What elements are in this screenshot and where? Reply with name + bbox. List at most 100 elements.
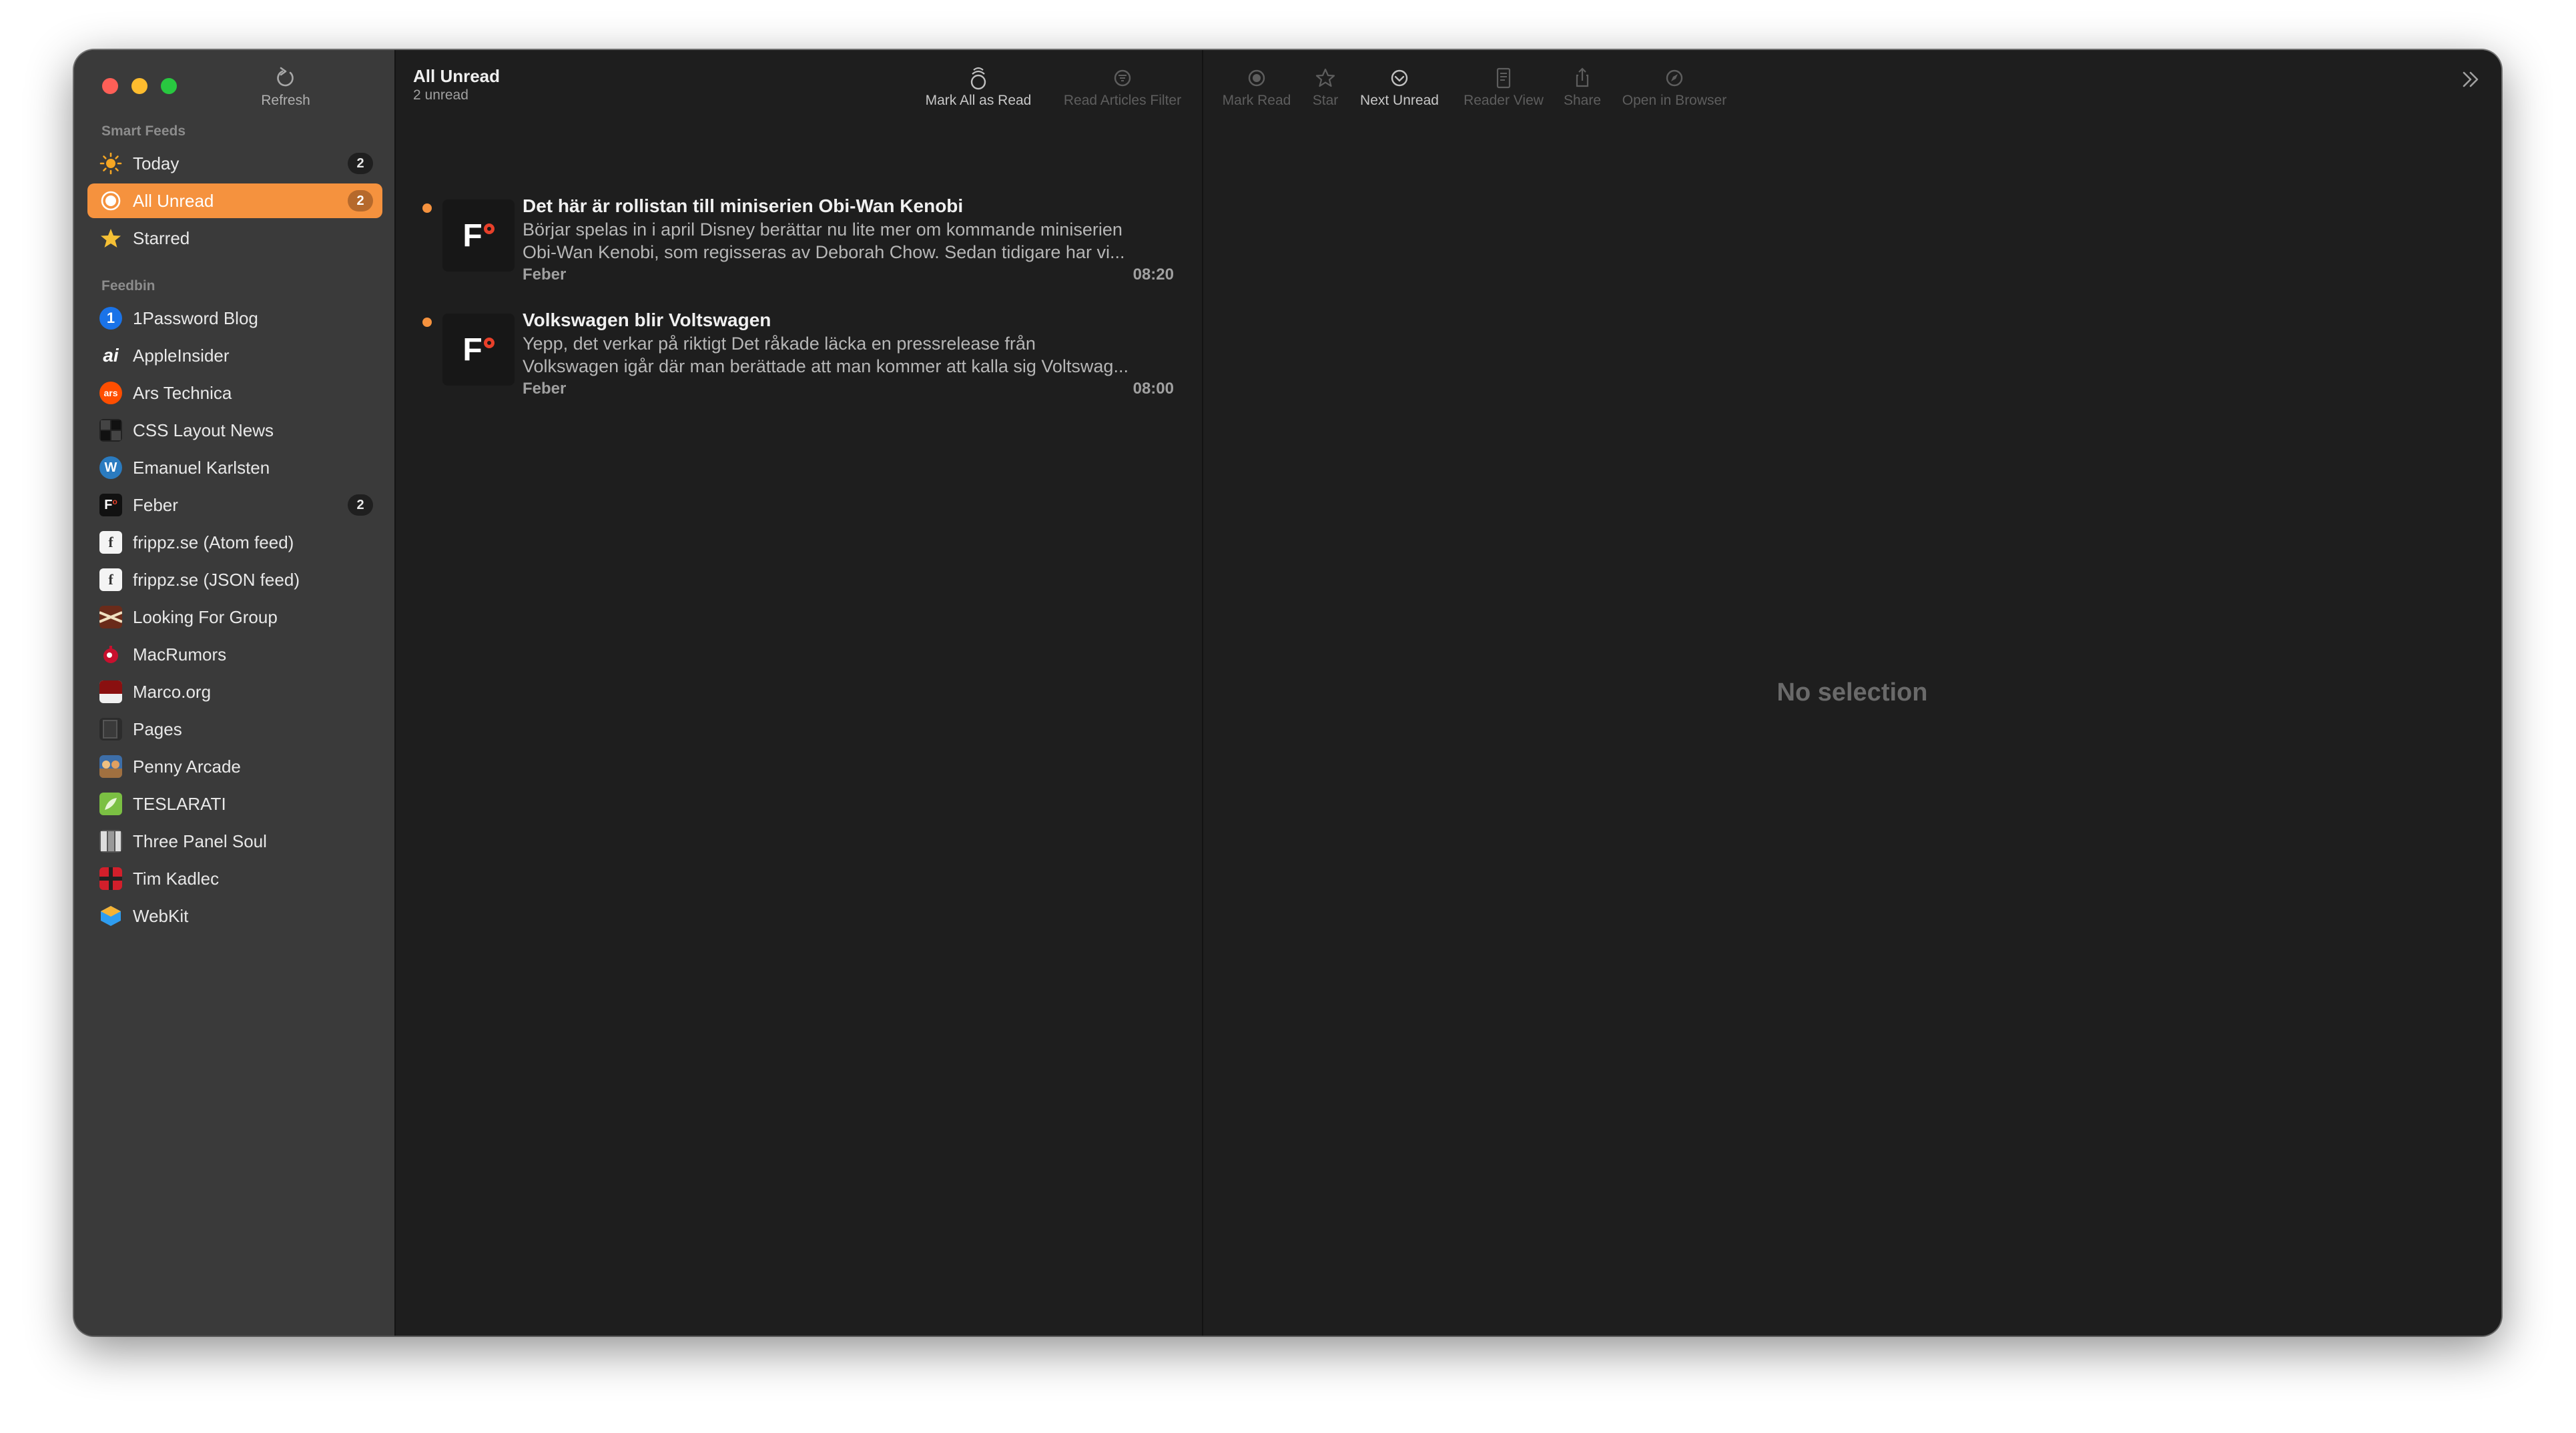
article-source: Feber [523,380,567,398]
sidebar-item-emanuel-karlsten[interactable]: W Emanuel Karlsten [87,450,382,485]
sidebar-item-css-layout-news[interactable]: CSS Layout News [87,413,382,448]
star-outline-icon [1302,63,1349,93]
refresh-button[interactable]: Refresh [249,63,322,109]
next-unread-button[interactable]: Next Unread [1353,63,1446,109]
share-button[interactable]: Share [1556,63,1609,109]
sidebar-item-appleinsider[interactable]: ai AppleInsider [87,338,382,373]
mark-read-button[interactable]: Mark Read [1217,63,1297,109]
unread-dot [422,318,432,327]
article-title: Volkswagen blir Voltswagen [523,310,771,330]
sidebar-item-tim-kadlec[interactable]: Tim Kadlec [87,861,382,896]
sidebar-item-frippz-atom[interactable]: f frippz.se (Atom feed) [87,525,382,560]
read-articles-filter-button[interactable]: Read Articles Filter [1050,63,1195,109]
filter-icon [1050,63,1195,93]
sidebar-item-three-panel-soul[interactable]: Three Panel Soul [87,824,382,859]
unread-count-label: 2 unread [413,87,468,103]
refresh-icon [249,63,322,93]
star-label: Star [1312,93,1339,108]
sidebar-item-label: CSS Layout News [133,420,274,440]
unread-circle-icon [99,189,122,212]
sidebar: Refresh Smart Feeds Today 2 All Unread 2… [74,50,396,1336]
sidebar-item-label: Penny Arcade [133,756,241,777]
star-button[interactable]: Star [1302,63,1349,109]
sidebar-item-ars-technica[interactable]: ars Ars Technica [87,376,382,410]
frippz-icon: f [99,531,122,554]
sidebar-item-looking-for-group[interactable]: Looking For Group [87,600,382,634]
three-panel-soul-icon [99,830,122,853]
sidebar-item-label: Starred [133,227,190,248]
sidebar-item-pages[interactable]: Pages [87,712,382,747]
feber-logo: F [442,199,515,272]
minimize-window-button[interactable] [131,78,147,94]
article-list-pane: All Unread 2 unread Mark All as Read Rea… [396,50,1203,1336]
article-excerpt-line: Börjar spelas in i april Disney berättar… [523,219,1122,240]
pages-icon [99,718,122,741]
app-window: Refresh Smart Feeds Today 2 All Unread 2… [74,50,2501,1336]
reader-view-button[interactable]: Reader View [1457,63,1550,109]
appleinsider-icon: ai [103,345,119,366]
sidebar-item-label: Looking For Group [133,606,278,627]
next-unread-icon [1353,63,1446,93]
sidebar-item-label: Marco.org [133,681,212,702]
marco-org-icon [99,680,122,703]
feedbin-header: Feedbin [101,278,155,294]
mark-read-label: Mark Read [1222,93,1291,108]
penny-arcade-icon [99,755,122,778]
ars-technica-icon: ars [99,382,122,404]
sidebar-item-label: WebKit [133,905,189,926]
mark-all-read-label: Mark All as Read [925,93,1032,108]
article-time: 08:00 [1133,380,1174,398]
article-row[interactable]: F Det här är rollistan till miniserien O… [396,190,1202,304]
sidebar-item-feber[interactable]: Fo Feber 2 [87,488,382,522]
sidebar-item-macrumors[interactable]: MacRumors [87,637,382,672]
article-excerpt-line: Yepp, det verkar på riktigt Det råkade l… [523,334,1036,354]
sidebar-item-label: TESLARATI [133,793,226,814]
sidebar-item-frippz-json[interactable]: f frippz.se (JSON feed) [87,562,382,597]
smart-feeds-list: Today 2 All Unread 2 Starred [87,146,382,258]
sun-icon [99,152,122,175]
sidebar-item-webkit[interactable]: WebKit [87,899,382,933]
sidebar-item-label: Tim Kadlec [133,868,220,889]
chevron-double-right-icon[interactable] [2459,67,2483,91]
sidebar-item-label: 1Password Blog [133,308,258,328]
list-title: All Unread [413,66,501,86]
sidebar-item-all-unread[interactable]: All Unread 2 [87,183,382,218]
tim-kadlec-icon [99,867,122,890]
unread-count-badge: 2 [348,190,373,211]
sidebar-item-marco-org[interactable]: Marco.org [87,674,382,709]
1password-icon: 1 [99,307,122,330]
sidebar-item-label: Pages [133,719,182,739]
window-controls [102,78,177,94]
article-excerpt: Yepp, det verkar på riktigt Det råkade l… [523,332,1174,378]
sidebar-item-label: Three Panel Soul [133,831,267,851]
sidebar-item-label: All Unread [133,190,214,211]
unread-count-badge: 2 [348,494,373,516]
css-layout-news-icon [99,419,122,442]
article-time: 08:20 [1133,266,1174,284]
wordpress-icon: W [99,456,122,479]
sidebar-item-label: Emanuel Karlsten [133,457,270,478]
sidebar-item-starred[interactable]: Starred [87,221,382,256]
sidebar-item-today[interactable]: Today 2 [87,146,382,181]
open-in-browser-button[interactable]: Open in Browser [1614,63,1734,109]
mark-read-icon [1217,63,1297,93]
star-icon [99,227,122,250]
article-row[interactable]: F Volkswagen blir Voltswagen Yepp, det v… [396,304,1202,418]
mark-all-read-button[interactable]: Mark All as Read [908,63,1048,109]
close-window-button[interactable] [102,78,118,94]
sidebar-item-1password-blog[interactable]: 1 1Password Blog [87,301,382,336]
sidebar-item-penny-arcade[interactable]: Penny Arcade [87,749,382,784]
zoom-window-button[interactable] [161,78,177,94]
macrumors-icon [99,643,122,666]
sidebar-item-teslarati[interactable]: TESLARATI [87,787,382,821]
frippz-icon: f [99,568,122,591]
sidebar-item-label: Ars Technica [133,382,232,403]
mark-all-read-icon [908,63,1048,93]
article-excerpt: Börjar spelas in i april Disney berättar… [523,218,1174,264]
sidebar-item-label: MacRumors [133,644,227,664]
sidebar-item-label: frippz.se (JSON feed) [133,569,300,590]
unread-dot [422,203,432,213]
article-excerpt-line: Volkswagen igår där man berättade att ma… [523,356,1129,376]
sidebar-item-label: frippz.se (Atom feed) [133,532,294,552]
reader-view-label: Reader View [1464,93,1544,108]
